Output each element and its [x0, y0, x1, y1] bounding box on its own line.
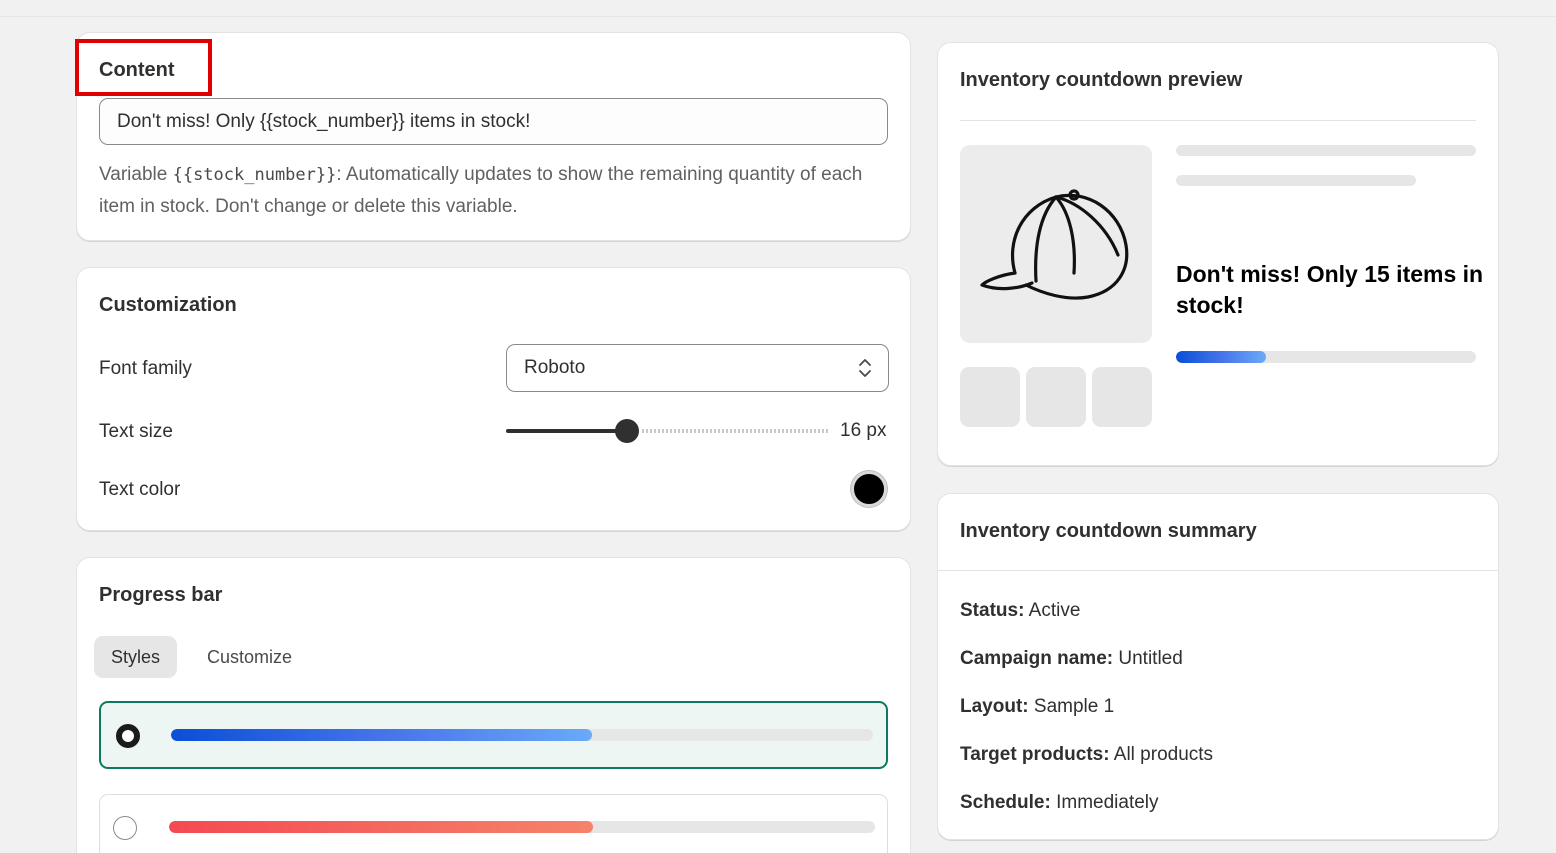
product-thumbnail[interactable]	[960, 367, 1020, 427]
text-size-value: 16 px	[840, 420, 887, 441]
progress-style-option-blue[interactable]	[99, 701, 888, 769]
select-chevron-icon	[859, 359, 871, 377]
preview-card: Inventory countdown preview Don't miss! …	[937, 42, 1499, 466]
font-family-label: Font family	[99, 358, 192, 379]
preview-title: Inventory countdown preview	[960, 69, 1243, 91]
text-size-slider[interactable]	[506, 419, 830, 443]
summary-row-target-products: Target products: All products	[960, 744, 1214, 765]
slider-track	[642, 429, 830, 433]
text-size-label: Text size	[99, 421, 173, 442]
radio-selected[interactable]	[116, 724, 140, 748]
progress-style-option-red[interactable]	[99, 794, 888, 853]
font-family-value: Roboto	[524, 357, 586, 378]
content-title: Content	[99, 59, 175, 81]
slider-fill	[506, 429, 627, 433]
text-color-label: Text color	[99, 479, 181, 500]
summary-row-campaign-name: Campaign name: Untitled	[960, 648, 1183, 669]
help-variable: {{stock_number}}	[172, 165, 337, 185]
help-prefix: Variable	[99, 164, 173, 185]
progress-bar-card: Progress bar Styles Customize	[76, 557, 911, 853]
slider-thumb[interactable]	[615, 419, 639, 443]
tab-customize[interactable]: Customize	[190, 636, 309, 678]
summary-row-schedule: Schedule: Immediately	[960, 792, 1159, 813]
summary-row-layout: Layout: Sample 1	[960, 696, 1115, 717]
progress-track	[171, 729, 873, 741]
content-help-text: Variable {{stock_number}}: Automatically…	[99, 159, 899, 222]
progress-fill-blue	[171, 729, 593, 741]
progress-fill-red	[169, 821, 593, 833]
summary-divider	[938, 570, 1498, 571]
summary-card: Inventory countdown summary Status: Acti…	[937, 493, 1499, 840]
skeleton-line	[1176, 145, 1476, 156]
customization-card: Customization Font family Roboto Text si…	[76, 267, 911, 531]
product-thumbnail[interactable]	[1092, 367, 1152, 427]
font-family-select[interactable]: Roboto	[506, 344, 889, 392]
customization-title: Customization	[99, 294, 237, 316]
baseball-cap-icon	[980, 189, 1129, 300]
product-image	[960, 145, 1152, 343]
preview-divider	[960, 120, 1476, 121]
content-message-input[interactable]: Don't miss! Only {{stock_number}} items …	[99, 98, 888, 145]
summary-title: Inventory countdown summary	[960, 520, 1257, 542]
tab-styles[interactable]: Styles	[94, 636, 178, 678]
progress-bar-title: Progress bar	[99, 584, 223, 606]
summary-row-status: Status: Active	[960, 600, 1081, 621]
top-divider	[0, 16, 1556, 17]
product-thumbnail[interactable]	[1026, 367, 1086, 427]
preview-countdown-message: Don't miss! Only 15 items in stock!	[1176, 261, 1484, 318]
radio-unselected[interactable]	[113, 816, 137, 840]
skeleton-line	[1176, 175, 1416, 186]
preview-progress-fill	[1176, 351, 1266, 363]
content-card: Content Don't miss! Only {{stock_number}…	[75, 32, 911, 241]
progress-track	[169, 821, 875, 833]
preview-progress-track	[1176, 351, 1476, 363]
text-color-swatch[interactable]	[851, 471, 887, 507]
